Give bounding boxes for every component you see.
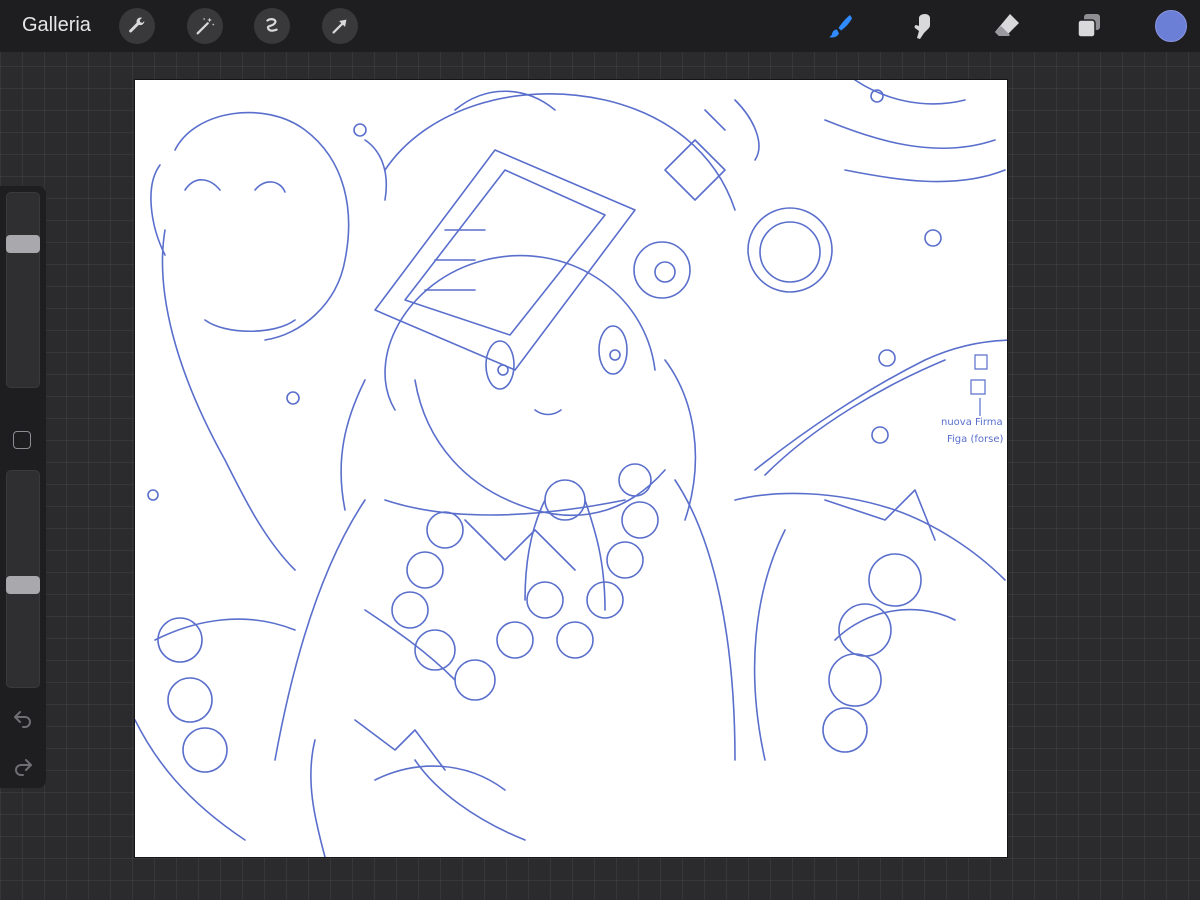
layers-icon (1077, 14, 1100, 38)
redo-button[interactable] (11, 756, 35, 776)
wrench-icon (129, 17, 145, 33)
opacity-slider[interactable] (6, 470, 40, 688)
smudge-tool-button[interactable] (906, 9, 940, 43)
selection-button[interactable] (254, 8, 290, 44)
modifier-button[interactable] (13, 431, 31, 449)
transform-button[interactable] (322, 8, 358, 44)
drawing-canvas[interactable]: nuova Firma Figa (forse) (135, 80, 1007, 857)
canvas-note-1: nuova Firma (941, 417, 1003, 428)
gallery-button[interactable]: Galleria (22, 14, 91, 37)
selection-icon (266, 18, 278, 32)
smudge-icon (914, 14, 930, 39)
color-picker-button[interactable] (1155, 10, 1187, 42)
undo-icon (14, 711, 31, 728)
brush-tool-button[interactable] (823, 9, 857, 43)
undo-button[interactable] (11, 708, 35, 728)
top-toolbar: Galleria (0, 0, 1200, 52)
adjustments-button[interactable] (187, 8, 223, 44)
redo-icon (15, 759, 32, 776)
layers-button[interactable] (1072, 9, 1106, 43)
sketch-artwork: nuova Firma Figa (forse) (135, 80, 1007, 857)
actions-button[interactable] (119, 8, 155, 44)
brush-size-thumb[interactable] (6, 235, 40, 253)
transform-arrow-icon (332, 19, 347, 34)
eraser-icon (995, 14, 1019, 36)
brush-size-slider[interactable] (6, 192, 40, 388)
opacity-thumb[interactable] (6, 576, 40, 594)
magic-wand-icon (196, 17, 215, 35)
canvas-note-2: Figa (forse) (947, 434, 1003, 445)
eraser-tool-button[interactable] (990, 9, 1024, 43)
left-sidebar (0, 186, 46, 788)
brush-icon (829, 15, 852, 38)
